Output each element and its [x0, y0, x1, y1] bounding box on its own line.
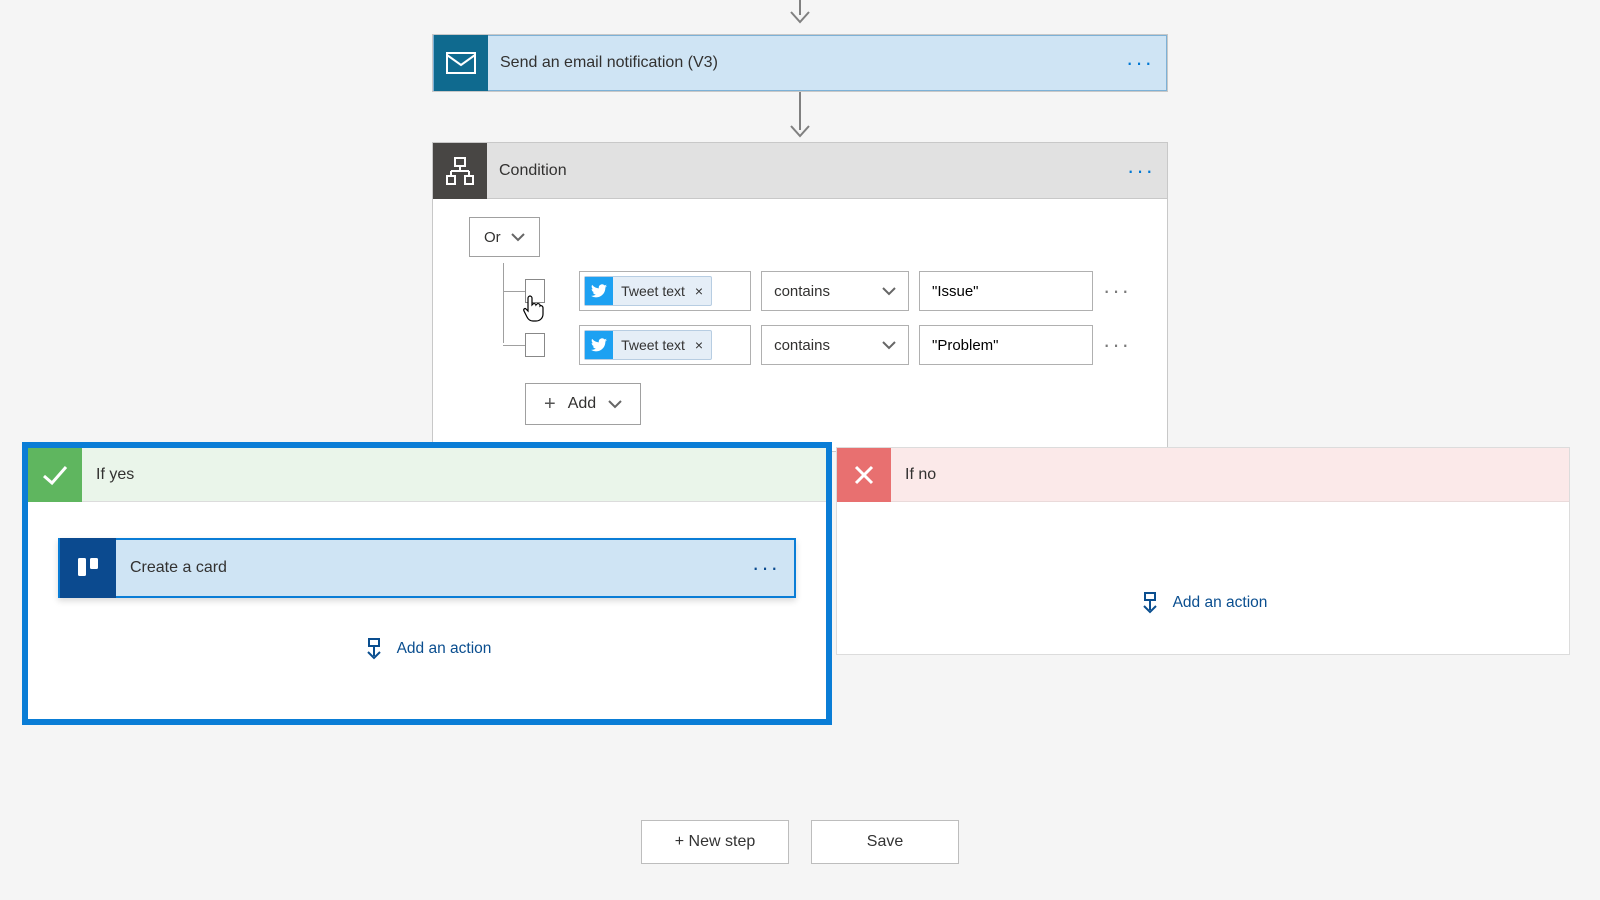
step-condition-card[interactable]: Condition ··· Or Tweet text — [432, 142, 1168, 452]
condition-operator-label: contains — [774, 283, 830, 300]
action-create-card[interactable]: Create a card ··· — [58, 538, 796, 598]
add-action-label: Add an action — [397, 640, 492, 658]
plus-icon: + — [544, 394, 556, 414]
condition-logic-label: Or — [484, 229, 501, 246]
action-create-card-title: Create a card — [116, 559, 738, 577]
branch-if-no: If no Add an action — [836, 447, 1570, 655]
condition-field-2[interactable]: Tweet text × — [579, 325, 751, 365]
step-email-title: Send an email notification (V3) — [488, 54, 1114, 72]
condition-add-button[interactable]: + Add — [525, 383, 641, 425]
row-checkbox[interactable] — [525, 333, 545, 357]
condition-operator-2[interactable]: contains — [761, 325, 909, 365]
twitter-token-chip[interactable]: Tweet text × — [584, 330, 712, 360]
save-button[interactable]: Save — [811, 820, 959, 864]
twitter-token-chip[interactable]: Tweet text × — [584, 276, 712, 306]
condition-value-2[interactable] — [919, 325, 1093, 365]
check-icon — [28, 448, 82, 502]
branch-yes-title: If yes — [82, 466, 134, 484]
flow-canvas: Send an email notification (V3) ··· Cond… — [0, 0, 1600, 900]
condition-value-1[interactable] — [919, 271, 1093, 311]
chip-remove-icon[interactable]: × — [695, 337, 703, 353]
twitter-token-label: Tweet text — [621, 283, 685, 299]
condition-field-1[interactable]: Tweet text × — [579, 271, 751, 311]
condition-operator-label: contains — [774, 337, 830, 354]
branch-yes-add-action[interactable]: Add an action — [58, 638, 796, 660]
condition-operator-1[interactable]: contains — [761, 271, 909, 311]
trello-icon — [60, 538, 116, 598]
condition-row: Tweet text × contains ··· — [525, 325, 1131, 365]
twitter-icon — [585, 277, 613, 305]
branch-no-add-action[interactable]: Add an action — [837, 502, 1569, 654]
chip-remove-icon[interactable]: × — [695, 283, 703, 299]
step-email-card[interactable]: Send an email notification (V3) ··· — [432, 34, 1168, 92]
twitter-token-label: Tweet text — [621, 337, 685, 353]
row-menu[interactable]: ··· — [1103, 278, 1131, 304]
condition-icon — [433, 143, 487, 199]
row-menu[interactable]: ··· — [1103, 332, 1131, 358]
condition-add-label: Add — [568, 395, 596, 413]
mail-icon — [434, 35, 488, 91]
branch-if-yes: If yes Create a card ··· — [22, 442, 832, 725]
step-condition-title: Condition — [487, 162, 1115, 180]
branch-no-header[interactable]: If no — [837, 448, 1569, 502]
condition-row: Tweet text × contains ··· — [525, 271, 1131, 311]
step-email-menu[interactable]: ··· — [1114, 50, 1166, 76]
branch-yes-header[interactable]: If yes — [28, 448, 826, 502]
condition-tree: Tweet text × contains ··· — [503, 271, 1131, 365]
action-create-card-menu[interactable]: ··· — [738, 555, 794, 581]
step-condition-menu[interactable]: ··· — [1115, 158, 1167, 184]
branch-no-title: If no — [891, 466, 936, 484]
condition-logic-dropdown[interactable]: Or — [469, 217, 540, 257]
twitter-icon — [585, 331, 613, 359]
row-checkbox[interactable] — [525, 279, 545, 303]
close-icon — [837, 448, 891, 502]
arrow-down-icon — [789, 124, 811, 140]
add-action-label: Add an action — [1173, 594, 1268, 612]
footer-buttons: + New step Save — [0, 820, 1600, 864]
condition-body: Or Tweet text × — [433, 199, 1167, 451]
new-step-button[interactable]: + New step — [641, 820, 789, 864]
arrow-down-icon — [789, 10, 811, 26]
